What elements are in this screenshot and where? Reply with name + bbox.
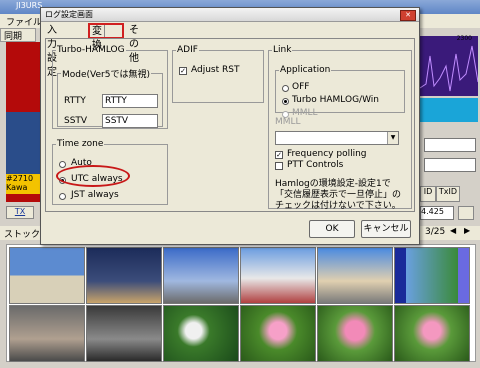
gallery-thumb[interactable] (317, 305, 393, 362)
frequency-polling-label: Frequency polling (287, 149, 367, 159)
tab-other[interactable]: その他 (127, 24, 141, 64)
dialog-titlebar: ログ設定画面 ✕ (41, 8, 419, 22)
sstv-field[interactable]: SSTV (102, 114, 158, 128)
time-zone-legend: Time zone (57, 139, 104, 149)
image-gallery (6, 244, 476, 362)
conversion-tab-panel: Turbo-HAMLOG Mode(Ver5では無視) RTTY RTTY SS… (45, 38, 415, 212)
mode-legend: Mode(Ver5では無視) (62, 70, 150, 80)
link-legend: Link (273, 45, 292, 55)
link-note-line-3: チェックは付けないで下さい。 (275, 201, 401, 211)
rx-image-blue-area (6, 112, 44, 182)
spectrum-waterfall: 2300 (420, 35, 478, 96)
close-icon[interactable]: ✕ (400, 10, 416, 21)
gallery-thumb[interactable] (240, 305, 316, 362)
adif-group: ADIF ✓ Adjust RST (172, 45, 264, 103)
mode-group: Mode(Ver5では無視) RTTY RTTY SSTV SSTV (57, 67, 163, 128)
utc-highlight-ellipse (56, 165, 130, 187)
gallery-thumb[interactable] (317, 247, 393, 304)
right-id-button[interactable]: ID (420, 186, 436, 202)
log-settings-dialog: ログ設定画面 ✕ 入力設定 変換 その他 Turbo-HAMLOG Mode(V… (40, 7, 420, 245)
ptt-controls-checkbox[interactable] (275, 162, 283, 170)
tz-jst-radio[interactable] (59, 193, 66, 200)
prev-page-icon[interactable]: ◀ (450, 226, 456, 235)
gallery-thumb[interactable] (9, 247, 85, 304)
audio-level-bar (420, 98, 478, 122)
right-txid-button[interactable]: TxID (436, 186, 460, 202)
app-title: JI3URS (16, 1, 43, 10)
sync-button[interactable]: 同期 (0, 28, 36, 42)
turbo-hamlog-legend: Turbo-HAMLOG (57, 45, 125, 55)
dialog-title: ログ設定画面 (45, 10, 93, 19)
gallery-thumb[interactable] (394, 247, 470, 304)
adif-legend: ADIF (177, 45, 198, 55)
next-page-icon[interactable]: ▶ (464, 226, 470, 235)
adjust-rst-checkbox[interactable]: ✓ (179, 67, 187, 75)
gallery-thumb[interactable] (86, 247, 162, 304)
application-group: Application OFF Turbo HAMLOG/Win MMLL (275, 65, 405, 118)
right-select-1[interactable] (424, 138, 476, 152)
gallery-thumb[interactable] (163, 247, 239, 304)
rtty-label: RTTY (64, 96, 86, 106)
tz-auto-radio[interactable] (59, 161, 66, 168)
spectrum-trace (420, 45, 478, 92)
adjust-rst-label: Adjust RST (191, 65, 240, 75)
mmll-label: MMLL (275, 117, 301, 127)
tab-input-settings[interactable]: 入力設定 (45, 24, 59, 78)
right-select-2[interactable] (424, 158, 476, 172)
rtty-field[interactable]: RTTY (102, 94, 158, 108)
app-off-label: OFF (292, 82, 310, 92)
ptt-controls-label: PTT Controls (287, 160, 344, 170)
rx-image-banner: #2710 Kawa (6, 174, 44, 194)
link-group: Link Application OFF Turbo HAMLOG/Win MM… (268, 45, 412, 211)
application-legend: Application (280, 65, 331, 75)
right-small-button[interactable] (458, 206, 474, 220)
cancel-button[interactable]: キャンセル (361, 220, 411, 238)
app-turbo-hamlog-label: Turbo HAMLOG/Win (292, 95, 379, 105)
gallery-thumb[interactable] (86, 305, 162, 362)
sstv-label: SSTV (64, 116, 88, 126)
menu-file[interactable]: ファイル (6, 15, 42, 28)
app-off-radio[interactable] (282, 85, 289, 92)
ok-button[interactable]: OK (309, 220, 355, 238)
right-freq-field[interactable]: 4.425 (420, 206, 454, 220)
page-indicator: 3/25 (425, 227, 446, 237)
turbo-hamlog-group: Turbo-HAMLOG Mode(Ver5では無視) RTTY RTTY SS… (52, 45, 168, 129)
gallery-thumb[interactable] (163, 305, 239, 362)
tx-button[interactable]: TX (6, 206, 34, 219)
gallery-thumb[interactable] (394, 305, 470, 362)
gallery-thumb[interactable] (9, 305, 85, 362)
tab-highlight-box (88, 23, 124, 39)
gallery-thumb[interactable] (240, 247, 316, 304)
mmll-select[interactable]: ▼ (275, 131, 399, 145)
chevron-down-icon: ▼ (387, 132, 398, 144)
app-turbo-hamlog-radio[interactable] (282, 98, 289, 105)
rx-image-preview: #2710 Kawa (6, 42, 44, 202)
right-control-panel: ID TxID 4.425 (420, 124, 478, 236)
tz-jst-label: JST always (71, 190, 119, 200)
frequency-polling-checkbox[interactable]: ✓ (275, 151, 283, 159)
